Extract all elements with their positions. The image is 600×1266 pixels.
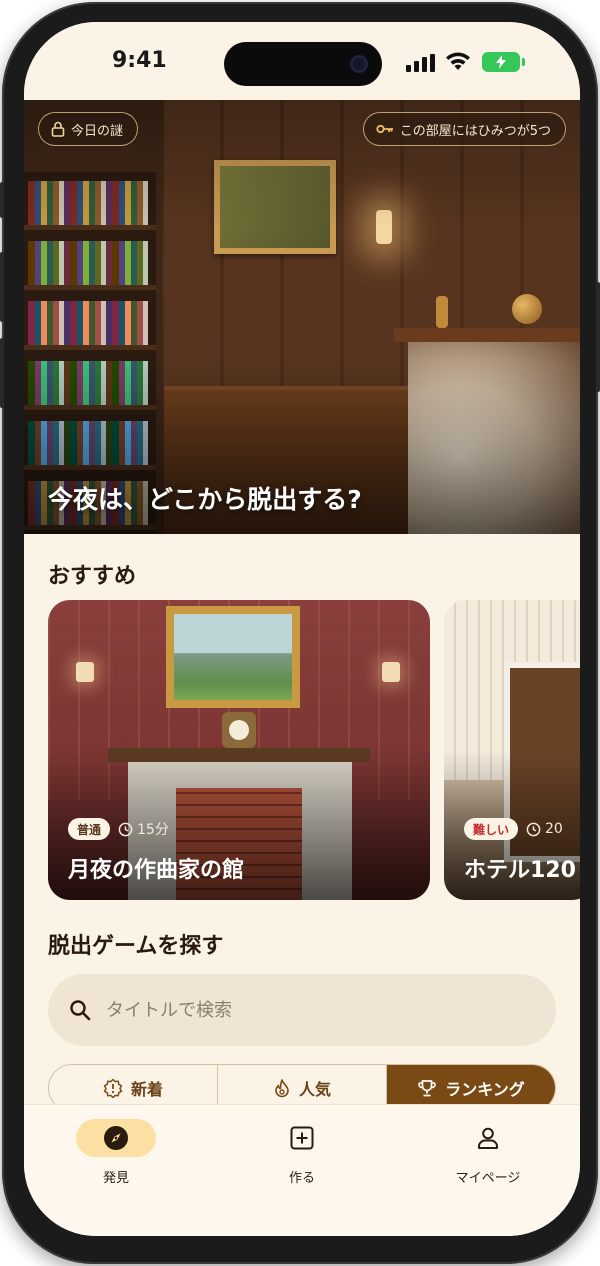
- daily-puzzle-badge[interactable]: 今日の謎: [38, 112, 139, 146]
- search-icon: [70, 1000, 91, 1021]
- dynamic-island: [224, 42, 382, 86]
- tab-discover[interactable]: 発見: [46, 1119, 186, 1186]
- lock-icon: [51, 121, 65, 137]
- difficulty-badge: 難しい: [464, 818, 519, 840]
- card-title: ホテル120: [464, 858, 576, 883]
- recommended-heading: おすすめ: [48, 564, 137, 589]
- clock-icon: [526, 822, 541, 836]
- tab-mypage-indicator: [448, 1119, 528, 1157]
- screen: 9:41 今日の謎 この部屋にはひみつが5つ 今夜は、どこから脱出する? おすす…: [24, 22, 580, 1236]
- wifi-icon: [446, 52, 470, 70]
- difficulty-badge: 普通: [68, 818, 111, 840]
- user-icon: [478, 1127, 498, 1149]
- card-meta: 普通 15分: [68, 818, 169, 840]
- duration-label: 15分: [137, 822, 169, 838]
- tab-mypage[interactable]: マイページ: [418, 1119, 558, 1186]
- clock-icon: [118, 822, 133, 836]
- tab-popular-label: 人気: [298, 1080, 331, 1099]
- card-meta: 難しい 20: [464, 818, 563, 840]
- tab-create-indicator: [262, 1119, 342, 1157]
- card-title: 月夜の作曲家の館: [68, 858, 245, 883]
- trophy-icon: [418, 1080, 436, 1097]
- volume-down-button: [0, 338, 4, 408]
- game-card[interactable]: 難しい 20 ホテル120: [444, 600, 580, 900]
- volume-up-button: [0, 252, 4, 322]
- game-card[interactable]: 普通 15分 月夜の作曲家の館: [48, 600, 430, 900]
- secrets-count-label: この部屋にはひみつが5つ: [399, 123, 551, 139]
- tab-discover-indicator: [76, 1119, 156, 1157]
- bottom-tab-bar: 発見 作る マイページ: [24, 1104, 580, 1236]
- front-camera-icon: [350, 55, 368, 73]
- tab-mypage-label: マイページ: [455, 1171, 521, 1186]
- hero-banner[interactable]: 今日の謎 この部屋にはひみつが5つ 今夜は、どこから脱出する?: [24, 100, 580, 534]
- key-icon: [376, 124, 393, 134]
- tab-create[interactable]: 作る: [232, 1119, 372, 1186]
- cellular-signal-icon: [406, 54, 436, 72]
- status-time: 9:41: [112, 48, 167, 73]
- search-bar[interactable]: [48, 974, 556, 1046]
- daily-puzzle-label: 今日の謎: [71, 123, 124, 139]
- duration-label: 20: [545, 821, 563, 837]
- duration: 20: [526, 821, 563, 837]
- tab-ranking-label: ランキング: [445, 1080, 525, 1099]
- hero-title: 今夜は、どこから脱出する?: [48, 485, 362, 514]
- tab-discover-label: 発見: [102, 1171, 129, 1186]
- duration: 15分: [118, 819, 169, 839]
- status-bar: 9:41: [24, 22, 580, 100]
- mute-switch: [0, 182, 4, 218]
- explore-heading: 脱出ゲームを探す: [48, 934, 224, 959]
- tab-new-label: 新着: [130, 1080, 163, 1099]
- plus-square-icon: [290, 1126, 314, 1150]
- secrets-count-badge[interactable]: この部屋にはひみつが5つ: [362, 112, 566, 146]
- tab-create-label: 作る: [288, 1171, 315, 1186]
- phone-frame: 9:41 今日の謎 この部屋にはひみつが5つ 今夜は、どこから脱出する? おすす…: [0, 2, 600, 1264]
- hero-overlay: [24, 100, 580, 534]
- battery-charging-icon: [482, 52, 525, 72]
- flame-icon: [275, 1079, 289, 1098]
- power-button: [596, 282, 600, 392]
- search-input[interactable]: [106, 999, 506, 1021]
- compass-icon: [104, 1126, 128, 1150]
- new-icon: [103, 1078, 123, 1098]
